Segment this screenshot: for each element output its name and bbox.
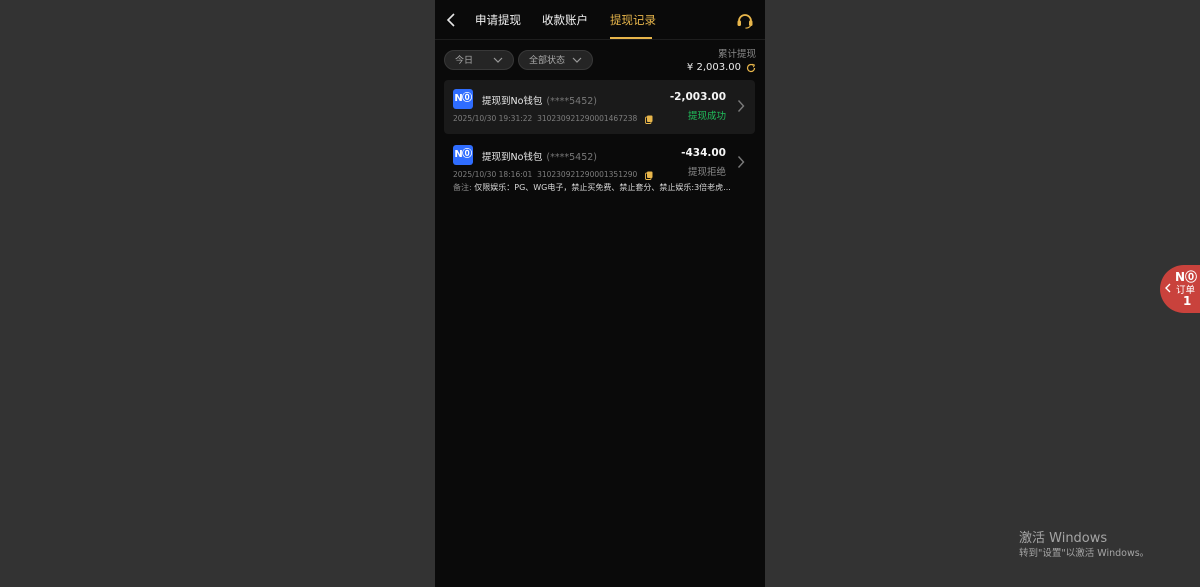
masked-account: (****5452) [546, 96, 598, 107]
chevron-down-icon [493, 57, 503, 63]
status-rejected-text: 提现拒绝 [687, 167, 726, 178]
floating-order-count: 1 [1183, 294, 1192, 308]
mobile-app-frame: 申请提现 收款账户 提现记录 今日 全部状态 累计提现 ¥ 2,003.00 N… [435, 0, 765, 587]
status-success-text: 提现成功 [687, 111, 726, 122]
date-filter-dropdown[interactable]: 今日 [444, 50, 514, 70]
record-meta: 2025/10/30 19:31:22 31023092129000146723… [453, 114, 653, 124]
copy-icon[interactable] [644, 115, 653, 124]
windows-activation-subtitle: 转到"设置"以激活 Windows。 [1019, 548, 1150, 559]
record-amount: -434.00 [681, 147, 726, 159]
top-bar: 申请提现 收款账户 提现记录 [435, 0, 765, 40]
record-title-text: 提现到No钱包 [482, 96, 543, 107]
no-wallet-logo: N⓪ [453, 89, 473, 109]
customer-service-headset-icon[interactable] [735, 10, 755, 30]
record-datetime: 2025/10/30 19:31:22 [453, 114, 533, 123]
record-title-text: 提现到No钱包 [482, 152, 543, 163]
no-wallet-logo: N⓪ [453, 145, 473, 165]
remark-label: 备注: [453, 183, 472, 192]
tab-apply-withdraw[interactable]: 申请提现 [475, 12, 521, 28]
active-tab-indicator [610, 37, 652, 39]
chevron-right-icon [737, 156, 745, 168]
total-withdraw-value: ¥ 2,003.00 [686, 62, 741, 73]
withdraw-record-item[interactable]: N⓪ 提现到No钱包 (****5452) 2025/10/30 19:31:22… [444, 80, 755, 134]
copy-icon[interactable] [644, 171, 653, 180]
total-withdraw-label: 累计提现 [717, 49, 756, 60]
date-filter-label: 今日 [455, 56, 474, 66]
remark-text: 仅限娱乐：PG、WG电子，禁止买免费、禁止套分、禁止娱乐:3倍老虎... [474, 183, 731, 192]
status-filter-dropdown[interactable]: 全部状态 [518, 50, 593, 70]
record-order-number: 310230921290001467238 [537, 114, 638, 123]
chevron-left-icon [1165, 283, 1171, 293]
windows-activation-title: 激活 Windows [1019, 531, 1108, 546]
record-meta: 2025/10/30 18:16:01 31023092129000135129… [453, 170, 653, 180]
chevron-down-icon [572, 57, 582, 63]
masked-account: (****5452) [546, 152, 598, 163]
withdraw-record-item[interactable]: N⓪ 提现到No钱包 (****5452) 2025/10/30 18:16:01… [444, 136, 755, 196]
tab-withdraw-records[interactable]: 提现记录 [610, 12, 656, 28]
record-amount: -2,003.00 [669, 91, 726, 103]
tab-payee-accounts[interactable]: 收款账户 [542, 12, 588, 28]
record-order-number: 310230921290001351290 [537, 170, 638, 179]
back-arrow-icon[interactable] [445, 12, 459, 28]
status-filter-label: 全部状态 [529, 56, 566, 66]
record-title: 提现到No钱包 (****5452) [482, 93, 597, 107]
floating-order-widget[interactable]: N⓪ 订单 1 [1160, 265, 1200, 313]
record-remark: 备注: 仅限娱乐：PG、WG电子，禁止买免费、禁止套分、禁止娱乐:3倍老虎... [453, 182, 731, 193]
chevron-right-icon [737, 100, 745, 112]
record-datetime: 2025/10/30 18:16:01 [453, 170, 533, 179]
filter-bar: 今日 全部状态 累计提现 ¥ 2,003.00 [435, 40, 765, 78]
record-title: 提现到No钱包 (****5452) [482, 149, 597, 163]
refresh-icon[interactable] [746, 63, 756, 73]
